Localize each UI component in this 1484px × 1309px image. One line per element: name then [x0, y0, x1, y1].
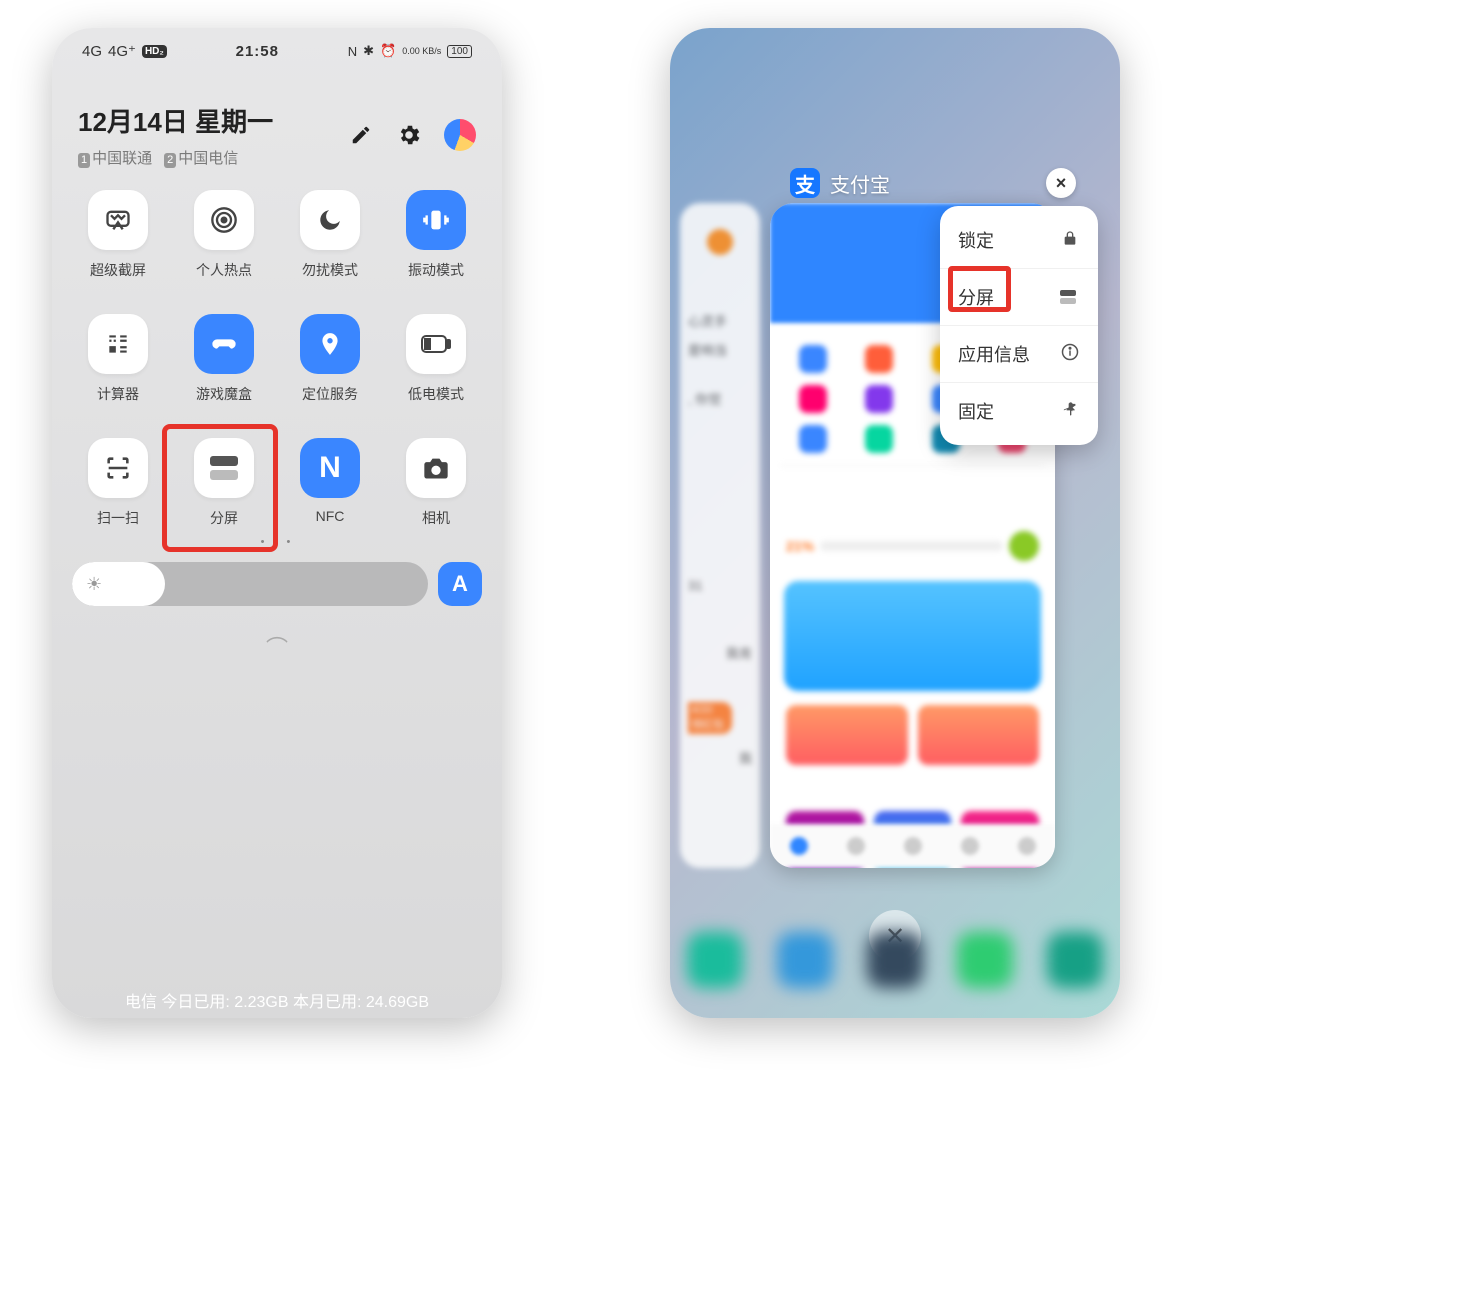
status-bar: 4G 4G⁺ HD₂ 21:58 N ✱ ⏰ 0.00 KB/s 100	[52, 28, 502, 74]
highlight-box	[162, 424, 278, 552]
bluetooth-icon: ✱	[363, 43, 374, 59]
tile-dnd[interactable]: 勿扰模式	[282, 190, 378, 280]
tile-scan[interactable]: 扫一扫	[70, 438, 166, 528]
location-icon	[300, 314, 360, 374]
auto-brightness-toggle[interactable]: A	[438, 562, 482, 606]
scan-icon	[88, 438, 148, 498]
date-block: 12月14日 星期一 1中国联通 2中国电信	[78, 102, 273, 168]
nfc-icon: N	[348, 44, 357, 59]
battery-indicator: 100	[447, 45, 472, 58]
app-context-menu: 锁定 分屏 应用信息 固定	[940, 206, 1098, 445]
info-icon	[1060, 343, 1080, 366]
data-usage-footer: 电信 今日已用: 2.23GB 本月已用: 24.69GB	[52, 988, 502, 1012]
vibrate-icon	[406, 190, 466, 250]
net-speed: 0.00 KB/s	[402, 47, 441, 56]
hotspot-icon	[194, 190, 254, 250]
tile-calculator[interactable]: 计算器	[70, 314, 166, 404]
tile-super-screenshot[interactable]: 超级截屏	[70, 190, 166, 280]
status-time: 21:58	[236, 43, 279, 60]
assistant-icon[interactable]	[444, 119, 476, 151]
pin-icon	[1060, 401, 1080, 422]
tile-nfc[interactable]: N NFC	[282, 438, 378, 528]
brightness-row: ☀ A	[72, 562, 482, 606]
brightness-slider[interactable]: ☀	[72, 562, 428, 606]
tile-game-box[interactable]: 游戏魔盒	[176, 314, 272, 404]
highlight-box	[948, 266, 1011, 312]
menu-item-pin[interactable]: 固定	[940, 382, 1098, 439]
split-icon	[1060, 290, 1080, 304]
tile-split-screen[interactable]: 分屏	[176, 438, 272, 528]
tile-camera[interactable]: 相机	[388, 438, 484, 528]
alarm-icon: ⏰	[380, 43, 396, 59]
edit-icon[interactable]	[348, 122, 374, 148]
screenshot-icon	[88, 190, 148, 250]
tile-hotspot[interactable]: 个人热点	[176, 190, 272, 280]
hd-badge: HD₂	[142, 45, 167, 58]
tile-vibrate[interactable]: 振动模式	[388, 190, 484, 280]
menu-item-lock[interactable]: 锁定	[940, 212, 1098, 268]
nfc-tile-icon: N	[300, 438, 360, 498]
quick-tiles-grid: 超级截屏 个人热点 勿扰模式 振动模式 计算器	[52, 168, 502, 528]
brightness-icon: ☀	[86, 574, 102, 595]
alipay-icon: 支	[790, 168, 820, 198]
signal-4g-plus: 4G⁺	[108, 42, 136, 60]
background-recent-card: 心灵手 是响当 , 你觉 31 我肯 4/20领红包 我	[680, 203, 760, 868]
tile-location[interactable]: 定位服务	[282, 314, 378, 404]
calculator-icon	[88, 314, 148, 374]
menu-item-app-info[interactable]: 应用信息	[940, 325, 1098, 382]
dock-blurred	[670, 932, 1120, 988]
expand-arrow-icon[interactable]: ︵	[52, 606, 502, 648]
app-name-label: 支付宝	[830, 169, 890, 198]
sim2: 2中国电信	[164, 147, 238, 168]
phone-screenshot-quick-settings: 4G 4G⁺ HD₂ 21:58 N ✱ ⏰ 0.00 KB/s 100 12月…	[52, 28, 502, 1018]
lock-icon	[1060, 230, 1080, 251]
settings-icon[interactable]	[396, 122, 422, 148]
battery-low-icon	[406, 314, 466, 374]
close-card-button[interactable]: ×	[1046, 168, 1076, 198]
sim1: 1中国联通	[78, 147, 152, 168]
tile-low-power[interactable]: 低电模式	[388, 314, 484, 404]
signal-4g: 4G	[82, 43, 102, 60]
phone-screenshot-recents: 心灵手 是响当 , 你觉 31 我肯 4/20领红包 我	[670, 28, 1120, 1018]
camera-icon	[406, 438, 466, 498]
moon-icon	[300, 190, 360, 250]
gamepad-icon	[194, 314, 254, 374]
menu-item-split-screen[interactable]: 分屏	[940, 268, 1098, 325]
recent-app-title[interactable]: 支 支付宝	[790, 168, 890, 198]
date-text: 12月14日 星期一	[78, 102, 273, 139]
